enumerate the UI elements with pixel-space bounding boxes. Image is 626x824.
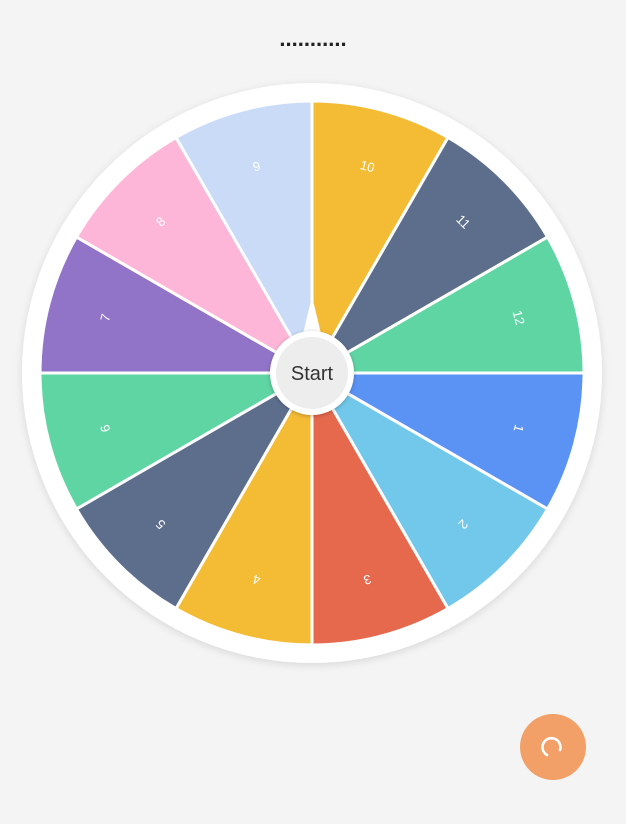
- reset-button[interactable]: [520, 714, 586, 780]
- start-label: Start: [291, 363, 334, 385]
- prize-wheel[interactable]: 123456789 101112 Start: [0, 0, 626, 824]
